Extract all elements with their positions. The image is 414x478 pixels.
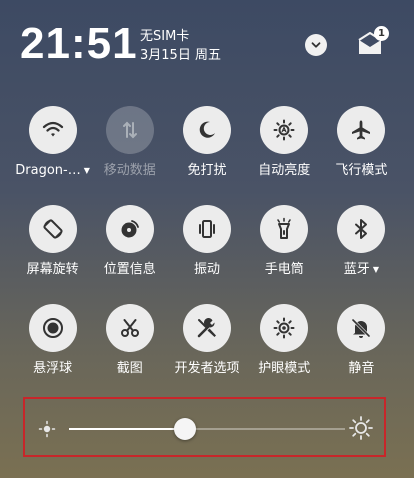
scissors-icon <box>120 319 139 337</box>
tile-button[interactable] <box>337 106 386 154</box>
caret-down-icon[interactable]: ▼ <box>373 262 379 278</box>
tile-moon[interactable]: 免打扰 <box>168 106 245 179</box>
tile-eye-care[interactable]: 护眼模式 <box>246 304 323 377</box>
tools-icon <box>197 318 216 338</box>
tile-button[interactable] <box>337 304 386 352</box>
tile-button[interactable] <box>105 304 154 352</box>
tile-label-text: 截图 <box>116 361 143 376</box>
airplane-icon <box>352 120 371 140</box>
tile-button[interactable] <box>182 304 231 352</box>
wifi-icon <box>42 121 63 137</box>
quick-settings-grid: Dragon-… ▼ 移动数据 免打扰 自动亮度 飞行模式 屏幕旋转 位置信息 振动 手电筒 蓝牙 ▼… <box>14 106 400 377</box>
tile-label-text: 自动亮度 <box>258 163 311 178</box>
tile-label: 护眼模式 <box>258 361 310 377</box>
brightness-low-icon <box>38 420 56 438</box>
tile-button[interactable] <box>337 205 386 253</box>
date-label: 3月15日 周五 <box>140 48 221 63</box>
tile-wifi[interactable]: Dragon-… ▼ <box>14 106 91 179</box>
tile-button[interactable] <box>28 304 77 352</box>
brightness-slider-thumb[interactable] <box>173 418 196 440</box>
notification-button[interactable]: 1 <box>356 26 389 58</box>
tile-label: 屏幕旋转 <box>27 262 79 278</box>
tile-label-text: 开发者选项 <box>174 361 240 376</box>
clock: 21:51 <box>20 19 138 68</box>
tile-label-text: 免打扰 <box>187 163 227 178</box>
carrier-status: 无SIM卡 <box>140 29 190 44</box>
tile-tools[interactable]: 开发者选项 <box>168 304 245 377</box>
tile-button[interactable] <box>260 205 309 253</box>
tile-auto-brightness[interactable]: 自动亮度 <box>246 106 323 179</box>
tile-label-text: 位置信息 <box>103 262 156 277</box>
bell-off-icon <box>352 318 371 338</box>
tile-label: 手电筒 <box>265 262 304 278</box>
tile-vibrate[interactable]: 振动 <box>168 205 245 278</box>
brightness-slider-fill <box>69 428 185 430</box>
auto-brightness-icon <box>273 119 295 141</box>
tile-bluetooth[interactable]: 蓝牙 ▼ <box>323 205 400 278</box>
tile-label: 蓝牙 ▼ <box>344 262 379 278</box>
tile-label-text: 移动数据 <box>103 163 156 178</box>
brightness-panel <box>23 397 386 457</box>
tile-label: 位置信息 <box>104 262 156 278</box>
flashlight-icon <box>277 217 291 239</box>
tile-button[interactable] <box>28 106 77 154</box>
tile-label-text: 护眼模式 <box>258 361 311 376</box>
tile-label: 免打扰 <box>187 163 226 179</box>
location-icon <box>121 220 139 238</box>
tile-label: 飞行模式 <box>335 163 387 179</box>
tile-label: 开发者选项 <box>174 361 239 377</box>
tile-label: 静音 <box>348 361 374 377</box>
tile-button[interactable] <box>260 106 309 154</box>
tile-bell-off[interactable]: 静音 <box>323 304 400 377</box>
tile-label: 移动数据 <box>104 163 156 179</box>
status-header: 21:51 无SIM卡 3月15日 周五 1 <box>0 0 414 90</box>
expand-button[interactable] <box>305 34 327 56</box>
tile-button[interactable] <box>260 304 309 352</box>
tile-label: 截图 <box>117 361 143 377</box>
chevron-down-icon <box>311 42 321 48</box>
tile-label-text: 振动 <box>193 262 220 277</box>
caret-down-icon[interactable]: ▼ <box>84 163 90 179</box>
bluetooth-icon <box>355 219 368 239</box>
brightness-high-icon <box>349 416 373 440</box>
tile-label-text: 屏幕旋转 <box>26 262 79 277</box>
tile-label: 悬浮球 <box>33 361 72 377</box>
tile-scissors[interactable]: 截图 <box>91 304 168 377</box>
moon-icon <box>199 121 215 138</box>
tile-button[interactable] <box>182 106 231 154</box>
tile-label-text: 飞行模式 <box>335 163 388 178</box>
tile-label-text: 手电筒 <box>264 262 304 277</box>
tile-label: Dragon-… ▼ <box>15 163 90 179</box>
tile-button[interactable] <box>182 205 231 253</box>
tile-label-text: Dragon-… <box>15 163 81 178</box>
tile-label: 自动亮度 <box>258 163 310 179</box>
tile-label-text: 蓝牙 <box>343 262 370 277</box>
tile-rotate[interactable]: 屏幕旋转 <box>14 205 91 278</box>
rotate-icon <box>43 219 63 239</box>
mobile-data-icon <box>122 121 137 139</box>
tile-button[interactable] <box>105 106 154 154</box>
notification-badge: 1 <box>374 26 389 41</box>
float-ball-icon <box>42 318 63 338</box>
tile-label: 振动 <box>194 262 220 278</box>
brightness-slider[interactable] <box>69 428 345 430</box>
tile-button[interactable] <box>105 205 154 253</box>
tile-float-ball[interactable]: 悬浮球 <box>14 304 91 377</box>
tile-airplane[interactable]: 飞行模式 <box>323 106 400 179</box>
tile-label-text: 悬浮球 <box>33 361 73 376</box>
tile-mobile-data[interactable]: 移动数据 <box>91 106 168 179</box>
vibrate-icon <box>198 220 215 238</box>
tile-flashlight[interactable]: 手电筒 <box>246 205 323 278</box>
tile-label-text: 静音 <box>348 361 375 376</box>
tile-location[interactable]: 位置信息 <box>91 205 168 278</box>
eye-care-icon <box>273 317 295 339</box>
tile-button[interactable] <box>28 205 77 253</box>
